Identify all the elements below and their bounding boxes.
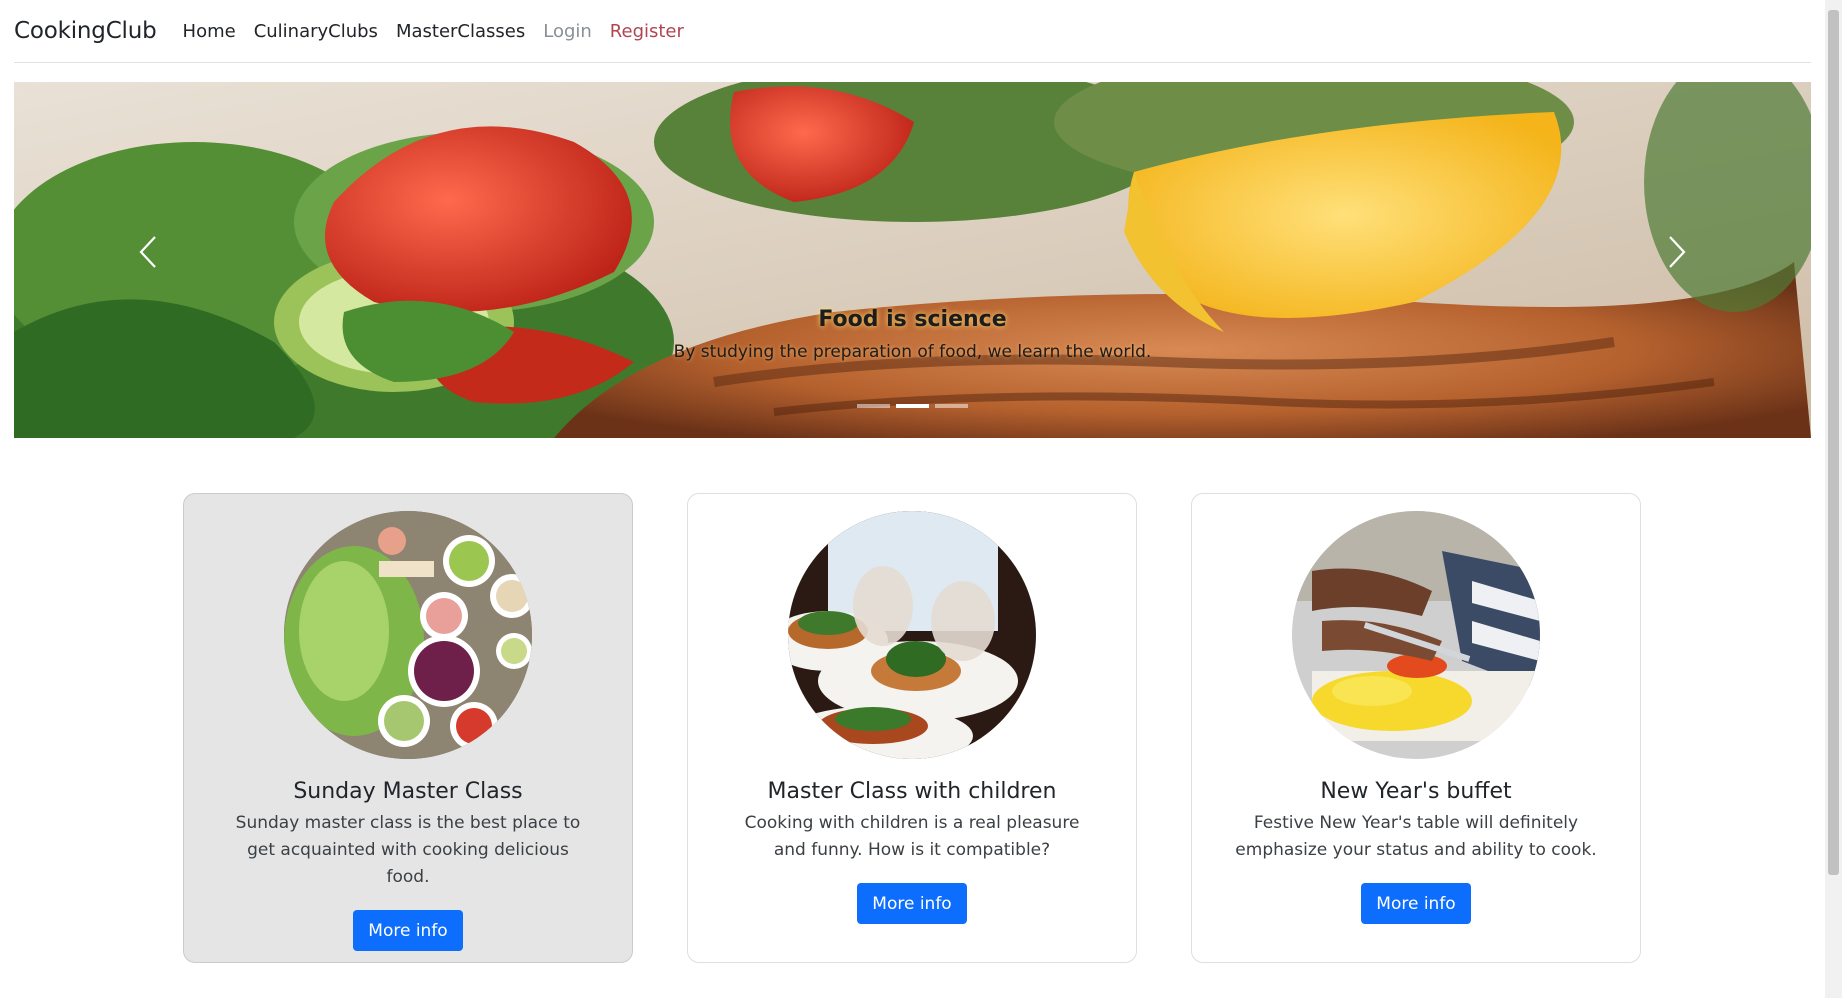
card-text: Cooking with children is a real pleasure…	[744, 813, 1080, 860]
scrollbar-thumb[interactable]	[1828, 10, 1839, 875]
carousel-prev-button[interactable]	[118, 222, 178, 282]
vertical-scrollbar[interactable]	[1825, 0, 1842, 998]
nav-link-register[interactable]: Register	[610, 21, 684, 42]
navbar: CookingClub Home CulinaryClubs MasterCla…	[14, 0, 1811, 63]
carousel-slide-image	[14, 82, 1811, 438]
carousel-caption-title: Food is science	[818, 307, 1007, 332]
nav-link-login[interactable]: Login	[543, 21, 592, 42]
nav-link-master-classes[interactable]: MasterClasses	[396, 21, 525, 42]
card-title: New Year's buffet	[1320, 779, 1512, 804]
carousel-caption: Food is science By studying the preparat…	[14, 307, 1811, 362]
card-master-class-children[interactable]: Master Class with children Cooking with …	[687, 493, 1137, 963]
chevron-left-icon	[139, 236, 156, 268]
chevron-right-icon	[1669, 236, 1686, 268]
card-text: Sunday master class is the best place to…	[235, 813, 581, 887]
card-image-chef-hands	[788, 511, 1036, 759]
page: CookingClub Home CulinaryClubs MasterCla…	[0, 0, 1842, 998]
carousel-next-button[interactable]	[1647, 222, 1707, 282]
carousel-indicator-2[interactable]	[896, 404, 929, 408]
card-image-vegetables	[284, 511, 532, 759]
carousel-caption-text: By studying the preparation of food, we …	[673, 342, 1152, 362]
carousel-indicators	[14, 404, 1811, 408]
card-sunday-master-class[interactable]: Sunday Master Class Sunday master class …	[183, 493, 633, 963]
carousel-indicator-3[interactable]	[935, 404, 968, 408]
more-info-button[interactable]: More info	[1361, 883, 1471, 924]
more-info-button[interactable]: More info	[857, 883, 967, 924]
card-title: Sunday Master Class	[293, 779, 523, 804]
hero-carousel: Food is science By studying the preparat…	[14, 82, 1811, 438]
card-image-cutting-peppers	[1292, 511, 1540, 759]
card-new-years-buffet[interactable]: New Year's buffet Festive New Year's tab…	[1191, 493, 1641, 963]
more-info-button[interactable]: More info	[353, 910, 463, 951]
master-class-cards: Sunday Master Class Sunday master class …	[183, 493, 1641, 963]
nav-link-culinary-clubs[interactable]: CulinaryClubs	[254, 21, 378, 42]
carousel-indicator-1[interactable]	[857, 404, 890, 408]
brand-link[interactable]: CookingClub	[14, 18, 157, 44]
nav-link-home[interactable]: Home	[183, 21, 236, 42]
card-title: Master Class with children	[767, 779, 1057, 804]
card-text: Festive New Year's table will definitely…	[1235, 813, 1597, 860]
